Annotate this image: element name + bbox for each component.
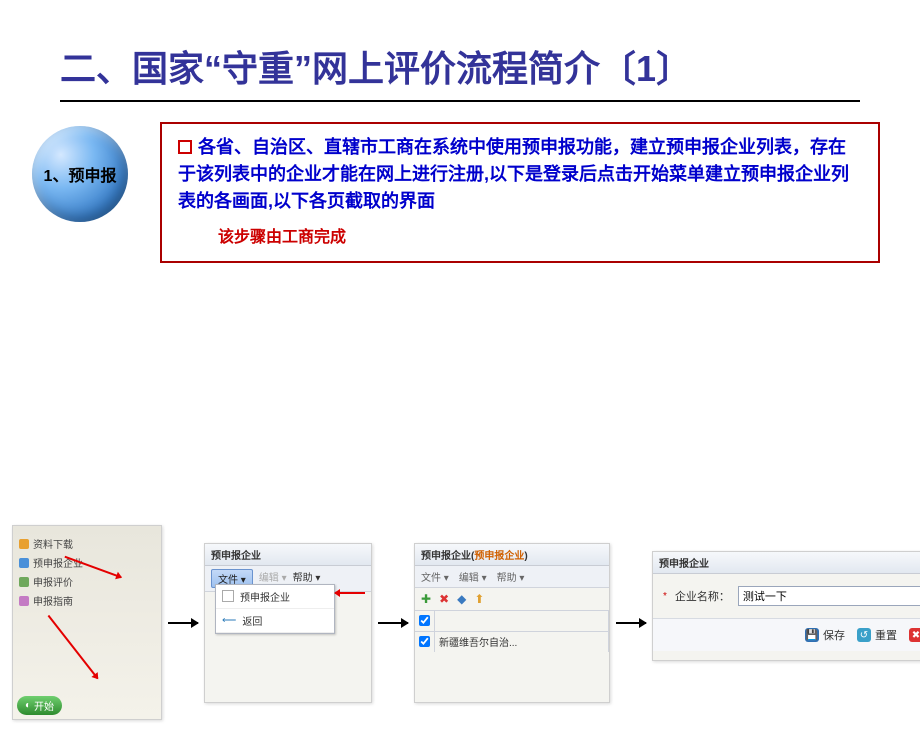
- screenshot-form: 预申报企业 * 企业名称： 💾 保存 ↺ 重置 ✖ 取消: [652, 551, 920, 661]
- menubar: 文件 ▾ 编辑 ▾ 帮助 ▾: [415, 566, 609, 588]
- download-icon: [19, 539, 29, 549]
- table-cell: 新疆维吾尔自治...: [435, 632, 609, 652]
- sidebar-label: 申报指南: [33, 593, 73, 608]
- reset-button[interactable]: ↺ 重置: [857, 627, 897, 643]
- annotation-arrow-icon: [48, 615, 99, 679]
- sidebar-label: 申报评价: [33, 574, 73, 589]
- row-checkbox[interactable]: [415, 632, 435, 652]
- flow-arrow-icon: [378, 622, 408, 624]
- start-icon: ◐: [25, 700, 31, 711]
- dropdown-item-label: 预申报企业: [240, 589, 290, 604]
- cancel-icon: ✖: [909, 628, 920, 642]
- dropdown-item-label: 返回: [242, 613, 262, 628]
- required-icon: *: [663, 591, 667, 602]
- save-button[interactable]: 💾 保存: [805, 627, 845, 643]
- annotation-arrow-icon: [335, 592, 365, 594]
- description-paragraph: 各省、自治区、直辖市工商在系统中使用预申报功能，建立预申报企业列表，存在于该列表…: [178, 137, 849, 211]
- start-label: 开始: [34, 698, 54, 713]
- add-icon[interactable]: ✚: [421, 592, 431, 606]
- screenshot-sidebar: 资料下载 预申报企业 申报评价 申报指南 ◐ 开始: [12, 525, 162, 720]
- red-note: 该步骤由工商完成: [218, 223, 862, 247]
- sidebar-item[interactable]: 资料下载: [19, 536, 155, 551]
- screenshot-file-menu: 预申报企业 文件 ▾ 编辑 ▾ 帮助 ▾ 预申报企业 ⟵ 返回: [204, 543, 372, 703]
- guide-icon: [19, 596, 29, 606]
- document-icon: [222, 590, 234, 602]
- sidebar-label: 资料下载: [33, 536, 73, 551]
- dropdown-menu: 预申报企业 ⟵ 返回: [215, 584, 335, 634]
- reset-icon: ↺: [857, 628, 871, 642]
- description-box: 各省、自治区、直辖市工商在系统中使用预申报功能，建立预申报企业列表，存在于该列表…: [160, 122, 880, 263]
- sidebar-item[interactable]: 申报评价: [19, 574, 155, 589]
- panel-title: 预申报企业: [205, 544, 371, 566]
- sidebar-item[interactable]: 预申报企业: [19, 555, 155, 570]
- reset-label: 重置: [875, 627, 897, 643]
- table-header-row: [415, 610, 609, 631]
- enterprise-name-input[interactable]: [738, 586, 920, 606]
- evaluate-icon: [19, 577, 29, 587]
- cancel-button[interactable]: ✖ 取消: [909, 627, 920, 643]
- panel-title: 预申报企业: [653, 552, 920, 574]
- up-icon[interactable]: ⬆: [474, 592, 484, 606]
- screenshot-row: 资料下载 预申报企业 申报评价 申报指南 ◐ 开始 预申报企业 文件 ▾ 编辑 …: [12, 525, 920, 720]
- form-row: * 企业名称：: [653, 574, 920, 618]
- flow-arrow-icon: [616, 622, 646, 624]
- column-header: [435, 611, 609, 631]
- start-button[interactable]: ◐ 开始: [17, 696, 62, 715]
- description-text: 各省、自治区、直辖市工商在系统中使用预申报功能，建立预申报企业列表，存在于该列表…: [178, 134, 862, 215]
- sidebar-label: 预申报企业: [33, 555, 83, 570]
- screenshot-grid: 预申报企业(预申报企业) 文件 ▾ 编辑 ▾ 帮助 ▾ ✚ ✖ ◆ ⬆ 新疆维吾…: [414, 543, 610, 703]
- field-label: 企业名称：: [675, 588, 730, 604]
- menu-edit[interactable]: 编辑 ▾: [459, 569, 487, 584]
- select-all-checkbox[interactable]: [415, 611, 435, 631]
- panel-title: 预申报企业(预申报企业): [415, 544, 609, 566]
- dropdown-caret-icon: ▾: [315, 573, 320, 584]
- step-sphere: 1、预申报: [32, 126, 128, 222]
- toolbar: ✚ ✖ ◆ ⬆: [415, 588, 609, 610]
- sidebar-item[interactable]: 申报指南: [19, 593, 155, 608]
- dropdown-item[interactable]: 预申报企业: [216, 585, 334, 609]
- slide-title: 二、国家“守重”网上评价流程简介〔1〕: [60, 40, 860, 102]
- enterprise-icon: [19, 558, 29, 568]
- dropdown-item[interactable]: ⟵ 返回: [216, 609, 334, 633]
- save-icon: 💾: [805, 628, 819, 642]
- table-row[interactable]: 新疆维吾尔自治...: [415, 631, 609, 652]
- menu-file[interactable]: 文件 ▾: [421, 569, 449, 584]
- delete-icon[interactable]: ✖: [439, 592, 449, 606]
- flow-arrow-icon: [168, 622, 198, 624]
- content-area: 1、预申报 各省、自治区、直辖市工商在系统中使用预申报功能，建立预申报企业列表，…: [20, 122, 880, 263]
- back-arrow-icon: ⟵: [222, 615, 236, 626]
- view-icon[interactable]: ◆: [457, 592, 466, 606]
- bullet-icon: [178, 140, 192, 154]
- save-label: 保存: [823, 627, 845, 643]
- form-button-row: 💾 保存 ↺ 重置 ✖ 取消: [653, 618, 920, 651]
- step-label: 1、预申报: [44, 162, 117, 186]
- menu-help[interactable]: 帮助 ▾: [497, 569, 525, 584]
